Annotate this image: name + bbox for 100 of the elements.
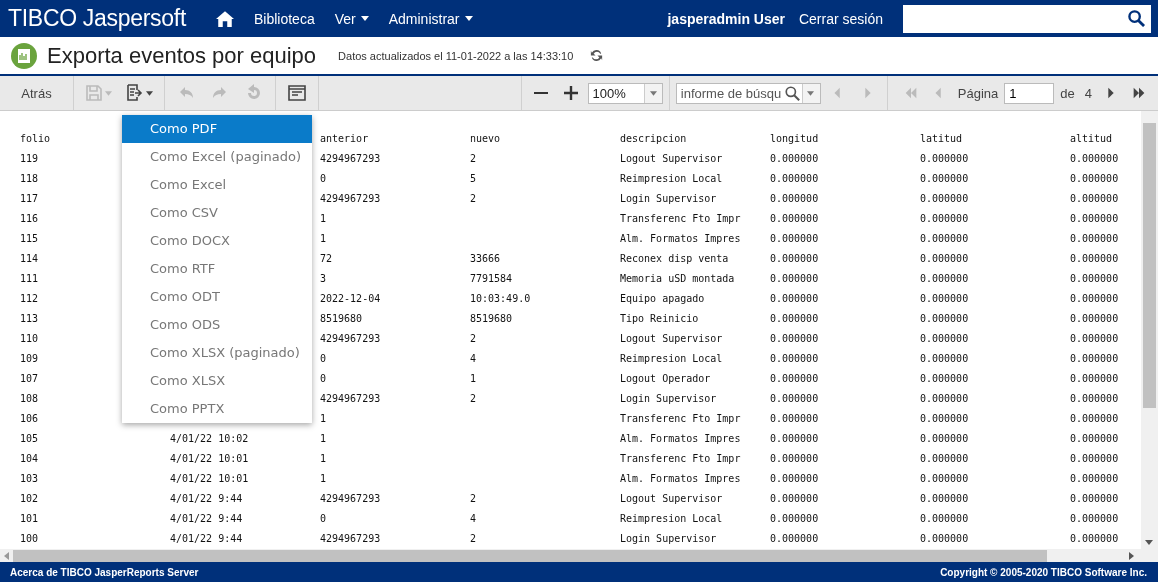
table-cell: 72 — [320, 252, 333, 264]
logout-link[interactable]: Cerrar sesión — [798, 10, 883, 27]
nav-menu[interactable]: Ver — [334, 10, 369, 27]
search-icon[interactable] — [1128, 10, 1145, 28]
table-cell: 10:03:49.0 — [470, 292, 531, 304]
table-cell: 1 — [320, 432, 327, 444]
table-cell: 118 — [20, 172, 39, 184]
table-cell: 0.000000 — [1070, 292, 1119, 304]
nav-menu[interactable]: Biblioteca — [254, 10, 315, 27]
table-cell: Reimpresion Local — [620, 352, 723, 364]
nav-menu[interactable]: Administrar — [388, 10, 473, 27]
table-cell: 4/01/22 10:02 — [170, 432, 249, 444]
menu-item[interactable]: Como DOCX — [122, 227, 312, 255]
table-cell: 0.000000 — [920, 352, 969, 364]
table-cell: 0.000000 — [770, 212, 819, 224]
table-cell: 0.000000 — [770, 472, 819, 484]
table-cell: Alm. Formatos Impres — [620, 472, 741, 484]
menu-item[interactable]: Como RTF — [122, 255, 312, 283]
table-cell: 0.000000 — [920, 452, 969, 464]
table-cell: 5 — [470, 172, 477, 184]
table-cell: 0.000000 — [920, 472, 969, 484]
horizontal-scrollbar[interactable] — [0, 548, 1158, 563]
table-cell: 0.000000 — [920, 152, 969, 164]
table-cell: 1 — [320, 212, 327, 224]
table-cell: 2 — [470, 392, 477, 404]
table-cell: 114 — [20, 252, 39, 264]
table-cell: 0.000000 — [770, 512, 819, 524]
table-cell: 112 — [20, 292, 39, 304]
back-button[interactable]: Atrás — [0, 76, 74, 110]
table-cell: 0.000000 — [1070, 352, 1119, 364]
table-cell: 0 — [320, 352, 327, 364]
update-note: Datos actualizados el 11-01-2022 a las 14:33:10 — [338, 49, 574, 62]
column-header: latitud — [920, 132, 963, 144]
table-cell: 0.000000 — [770, 172, 819, 184]
menu-item[interactable]: Como ODS — [122, 311, 312, 339]
caret-icon[interactable] — [806, 90, 814, 96]
table-cell: 0.000000 — [770, 292, 819, 304]
table-cell: 1 — [320, 412, 327, 424]
table-cell: 0.000000 — [770, 452, 819, 464]
table-cell: 110 — [20, 332, 39, 344]
plus-icon — [562, 85, 579, 102]
table-cell: 0.000000 — [770, 192, 819, 204]
table-cell: 0.000000 — [770, 492, 819, 504]
table-cell: Transferenc Fto Impr — [620, 412, 741, 424]
table-cell: 109 — [20, 352, 39, 364]
zoom-select[interactable]: 100% — [587, 82, 663, 104]
table-cell: 4/01/22 9:44 — [170, 532, 243, 544]
table-cell: 4/01/22 9:44 — [170, 492, 243, 504]
table-cell: 4294967293 — [320, 392, 381, 404]
caret-icon — [649, 90, 657, 96]
table-cell: Logout Supervisor — [620, 492, 723, 504]
table-cell: 0.000000 — [770, 232, 819, 244]
table-cell: 104 — [20, 452, 39, 464]
table-cell: 116 — [20, 212, 39, 224]
table-cell: 1 — [320, 232, 327, 244]
page-of-label: de — [1060, 85, 1075, 101]
table-cell: Transferenc Fto Impr — [620, 212, 741, 224]
table-cell: 105 — [20, 432, 39, 444]
table-cell: Alm. Formatos Impres — [620, 432, 741, 444]
table-cell: 0.000000 — [920, 272, 969, 284]
table-cell: 0.000000 — [1070, 332, 1119, 344]
about-link[interactable]: Acerca de TIBCO JasperReports Server — [10, 566, 199, 578]
home-icon[interactable] — [216, 10, 234, 27]
vertical-scrollbar[interactable] — [1141, 110, 1158, 549]
caret-icon — [105, 90, 112, 96]
column-header: longitud — [770, 132, 819, 144]
table-cell: 106 — [20, 412, 39, 424]
table-cell: 0.000000 — [770, 252, 819, 264]
table-cell: 0.000000 — [920, 232, 969, 244]
menu-item[interactable]: Como Excel — [122, 171, 312, 199]
scroll-right-icon[interactable] — [1129, 551, 1134, 560]
menu-item[interactable]: Como Excel (paginado) — [122, 143, 312, 171]
table-cell: 0.000000 — [1070, 372, 1119, 384]
table-cell: 0.000000 — [770, 372, 819, 384]
table-cell: 0.000000 — [1070, 232, 1119, 244]
report-search-field[interactable]: informe de búsqu — [675, 82, 821, 104]
table-cell: 0.000000 — [770, 532, 819, 544]
table-cell: 101 — [20, 512, 39, 524]
search-icon[interactable] — [784, 85, 800, 101]
table-cell: 1 — [320, 452, 327, 464]
scroll-down-icon[interactable] — [1145, 539, 1153, 545]
table-cell: 108 — [20, 392, 39, 404]
menu-item[interactable]: Como PDF — [122, 115, 312, 143]
menu-item[interactable]: Como XLSX — [122, 367, 312, 395]
menu-item[interactable]: Como XLSX (paginado) — [122, 339, 312, 367]
table-cell: 2 — [470, 492, 477, 504]
page-label: Página — [957, 85, 999, 101]
table-cell: 2 — [470, 332, 477, 344]
refresh-icon[interactable] — [589, 48, 605, 64]
table-cell: Memoria uSD montada — [620, 272, 735, 284]
table-cell: 2022-12-04 — [320, 292, 381, 304]
document-arrow-icon — [126, 84, 144, 103]
menu-item[interactable]: Como PPTX — [122, 395, 312, 423]
menu-item[interactable]: Como CSV — [122, 199, 312, 227]
page-field[interactable]: 1 — [1004, 82, 1055, 104]
report-icon — [11, 42, 37, 69]
table-cell: 4294967293 — [320, 152, 381, 164]
search-field[interactable] — [903, 4, 1151, 33]
menu-item[interactable]: Como ODT — [122, 283, 312, 311]
logo[interactable]: TIBCO Jaspersoft — [8, 5, 186, 33]
